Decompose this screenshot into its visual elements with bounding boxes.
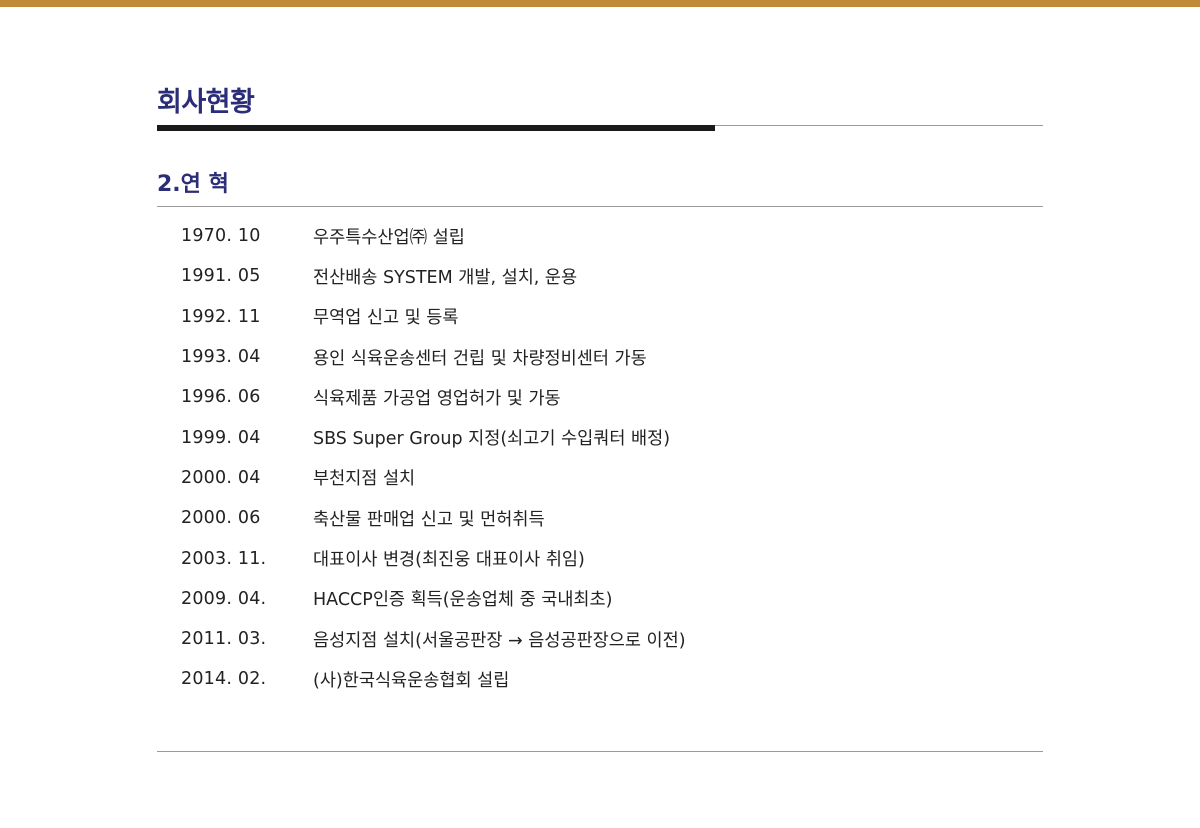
history-event: 음성지점 설치(서울공판장 → 음성공판장으로 이전) [313, 630, 686, 651]
top-accent-bar [0, 0, 1200, 7]
history-date: 1993. 04 [181, 347, 261, 368]
history-date: 2000. 04 [181, 467, 261, 488]
history-row: 2011. 03. 음성지점 설치(서울공판장 → 음성공판장으로 이전) [157, 619, 1043, 659]
history-row: 1992. 11 무역업 신고 및 등록 [157, 297, 1043, 337]
history-row: 1996. 06 식육제품 가공업 영업허가 및 가동 [157, 377, 1043, 417]
history-row: 2003. 11. 대표이사 변경(최진웅 대표이사 취임) [157, 538, 1043, 578]
history-row: 2014. 02. (사)한국식육운송협회 설립 [157, 659, 1043, 699]
history-row: 2009. 04. HACCP인증 획득(운송업체 중 국내최초) [157, 579, 1043, 619]
history-date: 1996. 06 [181, 387, 261, 408]
history-event: 대표이사 변경(최진웅 대표이사 취임) [313, 550, 585, 571]
history-date: 1992. 11 [181, 306, 261, 327]
section-title: 2.연 혁 [157, 172, 229, 197]
history-row: 1991. 05 전산배송 SYSTEM 개발, 설치, 운용 [157, 256, 1043, 296]
history-date: 2000. 06 [181, 508, 261, 529]
history-event: 우주특수산업㈜ 설립 [313, 227, 465, 248]
history-date: 2009. 04. [181, 588, 267, 609]
history-date: 1970. 10 [181, 226, 261, 247]
history-row: 2000. 04 부천지점 설치 [157, 458, 1043, 498]
bottom-divider [157, 751, 1043, 752]
history-event: (사)한국식육운송협회 설립 [313, 670, 510, 691]
title-divider-accent [157, 125, 715, 131]
history-event: 전산배송 SYSTEM 개발, 설치, 운용 [313, 267, 578, 288]
history-date: 2014. 02. [181, 669, 267, 690]
history-row: 2000. 06 축산물 판매업 신고 및 먼허취득 [157, 498, 1043, 538]
history-date: 1999. 04 [181, 427, 261, 448]
history-event: 용인 식육운송센터 건립 및 차량정비센터 가동 [313, 348, 647, 369]
history-date: 1991. 05 [181, 266, 261, 287]
history-row: 1970. 10 우주특수산업㈜ 설립 [157, 216, 1043, 256]
page-title: 회사현황 [157, 87, 255, 118]
history-date: 2003. 11. [181, 548, 267, 569]
history-event: 부천지점 설치 [313, 469, 416, 490]
history-event: 축산물 판매업 신고 및 먼허취득 [313, 509, 545, 530]
history-list: 1970. 10 우주특수산업㈜ 설립 1991. 05 전산배송 SYSTEM… [157, 216, 1043, 700]
history-event: 무역업 신고 및 등록 [313, 308, 459, 329]
history-event: HACCP인증 획득(운송업체 중 국내최초) [313, 590, 613, 611]
history-row: 1993. 04 용인 식육운송센터 건립 및 차량정비센터 가동 [157, 337, 1043, 377]
history-date: 2011. 03. [181, 629, 267, 650]
history-event: SBS Super Group 지정(쇠고기 수입쿼터 배정) [313, 429, 671, 450]
history-event: 식육제품 가공업 영업허가 및 가동 [313, 388, 561, 409]
section-divider [157, 206, 1043, 207]
history-row: 1999. 04 SBS Super Group 지정(쇠고기 수입쿼터 배정) [157, 417, 1043, 457]
